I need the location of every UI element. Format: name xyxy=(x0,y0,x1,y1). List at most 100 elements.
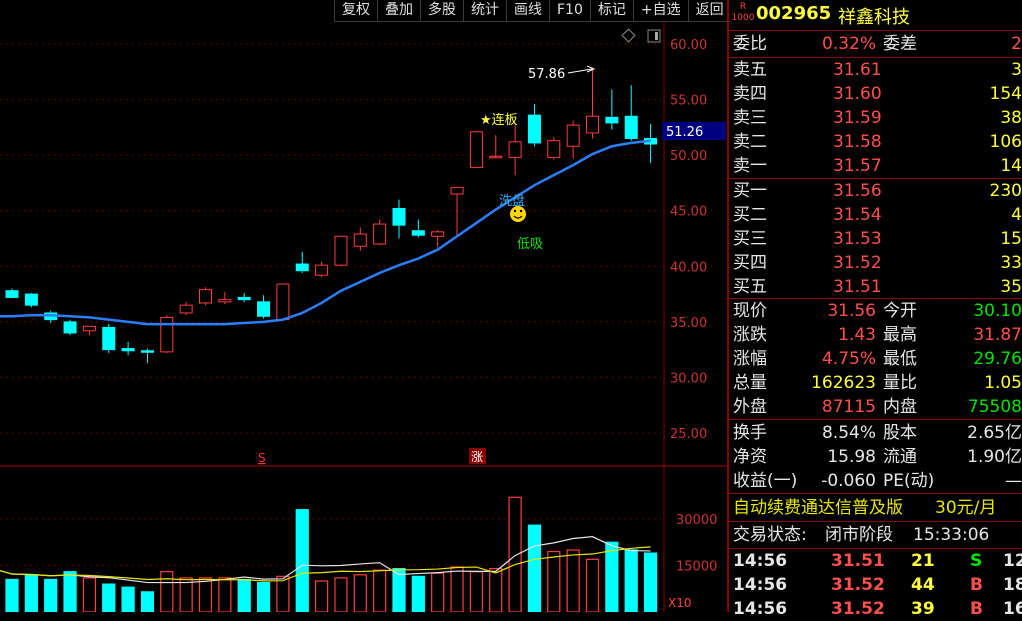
candle-body xyxy=(392,207,406,226)
candle-body xyxy=(527,114,541,144)
volume-bar xyxy=(469,571,483,612)
quote-row: 外盘 87115 内盘 75508 xyxy=(733,397,1022,417)
candle-body xyxy=(566,124,580,147)
diamond-icon[interactable] xyxy=(621,28,636,43)
price-tick-label: 40.00 xyxy=(670,260,707,275)
candle-body xyxy=(489,155,503,159)
candle-body xyxy=(469,131,483,168)
volume-bar xyxy=(237,578,251,612)
s-marker: S xyxy=(258,451,266,465)
tick-row: 14:56 31.51 21 S 12 xyxy=(733,551,1022,571)
price-tick-label: 55.00 xyxy=(670,94,707,109)
price-tick-label: 50.00 xyxy=(670,149,707,164)
candle-body xyxy=(160,316,174,353)
bid-row[interactable]: 买四 31.52 33 xyxy=(733,251,1022,275)
candle-body xyxy=(82,325,96,332)
volume-bar xyxy=(547,550,561,612)
kline-chart[interactable]: 25.00 30.00 35.00 40.00 45.00 50.00 55.00 60.00… xyxy=(0,0,727,612)
volume-bar xyxy=(566,549,580,612)
bid-row[interactable]: 买三 31.53 15 xyxy=(733,227,1022,251)
trade-status-row: 交易状态: 闭市阶段 15:33:06 xyxy=(733,525,990,545)
volume-bar xyxy=(450,566,464,612)
volume-bar xyxy=(121,586,135,612)
candle-body xyxy=(237,296,251,301)
volume-bar xyxy=(102,583,116,612)
volume-bar xyxy=(392,567,406,612)
candle-body xyxy=(373,223,387,245)
volume-bar xyxy=(63,571,77,612)
volume-bar xyxy=(315,580,329,612)
candle-body xyxy=(121,348,135,352)
volume-bar xyxy=(605,541,619,612)
candle-body xyxy=(5,290,19,298)
volume-bar xyxy=(373,569,387,612)
candle-body xyxy=(315,264,329,276)
vol-tick-label: 15000 xyxy=(676,560,717,575)
volume-bar xyxy=(276,575,290,612)
candle-body xyxy=(102,326,116,351)
tick-row: 14:56 31.52 39 B 16 xyxy=(733,599,1022,619)
ask-row[interactable]: 卖一 31.57 14 xyxy=(733,154,1022,178)
volume-bar xyxy=(140,591,155,612)
window-toggle-icon[interactable] xyxy=(647,29,661,43)
ask-row[interactable]: 卖三 31.59 38 xyxy=(733,106,1022,130)
volume-bar xyxy=(256,581,271,612)
promo-text[interactable]: 自动续费通达信普及版 xyxy=(733,496,903,520)
stock-name: 祥鑫科技 xyxy=(838,7,910,28)
wash-label: 洗盘 xyxy=(499,193,525,209)
volume-bar xyxy=(353,574,367,612)
candle-body xyxy=(257,301,271,317)
quote-row: 总量 162623 量比 1.05 xyxy=(733,373,1022,393)
stock-code: 002965 xyxy=(756,3,832,24)
chart-high-label: 57.86 xyxy=(528,67,565,82)
candle-body xyxy=(334,235,348,266)
candle-body xyxy=(199,289,212,304)
bid-row[interactable]: 买五 31.51 35 xyxy=(733,275,1022,299)
volume-bar xyxy=(160,571,174,612)
volume-bar xyxy=(643,552,658,612)
tick-row: 14:56 31.52 44 B 18 xyxy=(733,575,1022,595)
volume-bar xyxy=(411,575,425,612)
candle-body xyxy=(179,304,193,314)
zhang-marker: 涨 xyxy=(471,449,483,464)
volume-bar xyxy=(295,509,309,612)
volume-bar xyxy=(508,496,522,612)
wei-bi-row: 委比 0.32% 委差 2 xyxy=(733,34,1022,54)
promo-row[interactable]: 自动续费通达信普及版 30元/月 xyxy=(733,496,1022,520)
vol-tick-label: 30000 xyxy=(676,513,717,528)
candle-body xyxy=(140,350,154,353)
price-tick-label: 60.00 xyxy=(670,38,707,53)
candle-body xyxy=(276,283,290,321)
candle-body xyxy=(450,186,464,195)
candle-body xyxy=(547,140,561,158)
fundamental-row: 收益(一) -0.060 PE(动) — xyxy=(733,471,1022,491)
limit-up-label: ★连板 xyxy=(480,112,518,128)
ask-row[interactable]: 卖二 31.58 106 xyxy=(733,130,1022,154)
volume-bar xyxy=(24,574,38,612)
quote-row: 涨幅 4.75% 最低 29.76 xyxy=(733,349,1022,369)
volume-bar xyxy=(527,524,542,612)
ask-row[interactable]: 卖五 31.61 3 xyxy=(733,58,1022,82)
price-tick-label: 30.00 xyxy=(670,371,707,386)
candle-body xyxy=(218,299,232,303)
price-tick-label: 45.00 xyxy=(670,205,707,220)
bid-row[interactable]: 买一 31.56 230 xyxy=(733,179,1022,203)
buy-low-label: 低吸 xyxy=(517,237,543,252)
vol-scale-label: X10 xyxy=(668,596,692,610)
quote-row: 涨跌 1.43 最高 31.87 xyxy=(733,325,1022,345)
candle-body xyxy=(24,293,38,306)
bid-row[interactable]: 买二 31.54 4 xyxy=(733,203,1022,227)
volume-bar xyxy=(585,558,600,612)
candle-body xyxy=(353,233,367,247)
candle-body xyxy=(295,263,309,272)
volume-bar xyxy=(82,577,97,612)
volume-bar xyxy=(5,578,19,612)
promo-price[interactable]: 30元/月 xyxy=(935,496,996,520)
volume-bar xyxy=(44,578,58,612)
quote-panel: R 1000 002965 祥鑫科技 委比 0.32% 委差 2 卖五 31.6… xyxy=(727,0,1022,619)
ask-row[interactable]: 卖四 31.60 154 xyxy=(733,82,1022,106)
volume-bar xyxy=(489,567,503,612)
candle-body xyxy=(624,115,638,139)
candle-body xyxy=(411,230,425,236)
candle-body xyxy=(431,231,445,237)
